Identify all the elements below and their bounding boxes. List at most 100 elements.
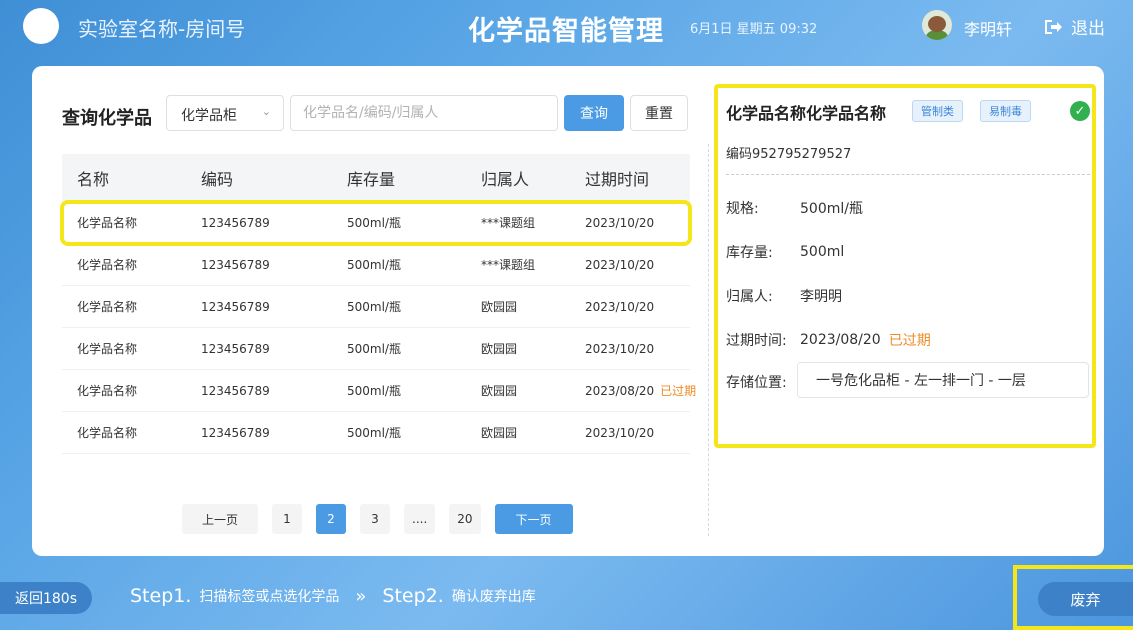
cell-code: 123456789	[201, 425, 270, 440]
pagination: 上一页 1 2 3 .... 20 下一页	[182, 504, 573, 534]
step2-title: Step2.	[382, 585, 444, 607]
step-separator: »	[355, 585, 367, 607]
query-button[interactable]: 查询	[564, 95, 624, 131]
expire-date: 2023/08/20	[585, 384, 655, 398]
username: 李明轩	[964, 20, 1013, 39]
search-input[interactable]	[290, 95, 558, 131]
detail-title: 化学品名称化学品名称	[726, 104, 887, 123]
datetime: 6月1日 星期五 09:32	[690, 22, 818, 37]
cell-stock: 500ml/瓶	[347, 300, 401, 314]
cell-expire: 2023/10/20	[570, 300, 690, 314]
cell-owner: 欧园园	[481, 300, 518, 314]
reset-button[interactable]: 重置	[630, 95, 688, 131]
next-page-button[interactable]: 下一页	[494, 504, 573, 534]
cell-code: 123456789	[201, 257, 270, 272]
step1-title: Step1.	[130, 585, 192, 607]
column-header: 库存量	[347, 170, 396, 189]
cell-stock: 500ml/瓶	[347, 258, 401, 272]
cell-name: 化学品名称	[77, 342, 138, 356]
logout-label: 退出	[1071, 19, 1105, 39]
cell-name: 化学品名称	[77, 258, 138, 272]
expire-date: 2023/10/20	[585, 341, 655, 356]
logo-icon	[23, 8, 59, 44]
expire-label: 过期时间:	[726, 333, 787, 349]
header: 实验室名称-房间号 化学品智能管理 6月1日 星期五 09:32 李明轩 退出	[0, 0, 1133, 58]
avatar[interactable]	[922, 10, 952, 40]
stock-label: 库存量:	[726, 245, 773, 261]
table-row[interactable]: 化学品名称 123456789 500ml/瓶 ***课题组 2023/10/2…	[62, 244, 690, 286]
table-row[interactable]: 化学品名称 123456789 500ml/瓶 欧园园 2023/08/20 已过…	[62, 370, 696, 412]
owner-label: 归属人:	[726, 289, 773, 305]
cabinet-select[interactable]: 化学品柜 ⌄	[166, 95, 284, 131]
expired-tag: 已过期	[888, 333, 931, 349]
cell-owner: 欧园园	[481, 342, 518, 356]
expire-date: 2023/10/20	[585, 299, 655, 314]
expire-date: 2023/10/20	[585, 425, 655, 440]
cell-code: 123456789	[201, 383, 270, 398]
expire-value: 2023/08/20	[800, 332, 881, 348]
stock-value: 500ml	[800, 244, 845, 260]
prev-page-button[interactable]: 上一页	[182, 504, 258, 534]
cabinet-select-value: 化学品柜	[181, 108, 237, 124]
spec-label: 规格:	[726, 201, 759, 217]
detail-card: 化学品名称化学品名称 管制类 易制毒 ✓ 编码952795279527 规格: …	[714, 84, 1096, 448]
detail-owner: 归属人: 李明明	[726, 286, 842, 306]
lab-name: 实验室名称-房间号	[78, 17, 246, 41]
chevron-down-icon: ⌄	[261, 105, 271, 118]
owner-value: 李明明	[800, 289, 842, 305]
cell-expire: 2023/10/20	[570, 258, 690, 272]
cell-stock: 500ml/瓶	[347, 216, 401, 230]
main-panel: 查询化学品 化学品柜 ⌄ 查询 重置 名称 编码 库存量 归属人 过期时间 化学…	[32, 66, 1104, 556]
detail-code: 编码952795279527	[726, 147, 852, 162]
app-title: 化学品智能管理	[468, 16, 664, 47]
table-row[interactable]: 化学品名称 123456789 500ml/瓶 欧园园 2023/10/20	[62, 286, 690, 328]
column-header: 名称	[77, 170, 110, 189]
cell-expire: 2023/10/20	[570, 216, 690, 230]
cell-owner: 欧园园	[481, 426, 518, 440]
divider	[726, 174, 1090, 175]
detail-stock: 库存量: 500ml	[726, 242, 844, 262]
location-value: 一号危化品柜 - 左一排一门 - 一层	[797, 362, 1089, 398]
step-guide: Step1. 扫描标签或点选化学品 » Step2. 确认废弃出库	[130, 585, 536, 607]
table-row[interactable]: 化学品名称 123456789 500ml/瓶 欧园园 2023/10/20	[62, 412, 690, 454]
location-label: 存储位置:	[726, 375, 787, 391]
spec-value: 500ml/瓶	[800, 201, 863, 217]
cell-owner: ***课题组	[481, 216, 536, 230]
expire-date: 2023/10/20	[585, 257, 655, 272]
cell-stock: 500ml/瓶	[347, 342, 401, 356]
cell-owner: 欧园园	[481, 384, 518, 398]
step2-text: 确认废弃出库	[451, 589, 536, 605]
cell-code: 123456789	[201, 299, 270, 314]
divider	[708, 144, 709, 536]
cell-name: 化学品名称	[77, 216, 138, 230]
expire-date: 2023/10/20	[585, 215, 655, 230]
column-header: 过期时间	[585, 170, 650, 189]
cell-code: 123456789	[201, 215, 270, 230]
discard-button[interactable]: 废弃	[1038, 582, 1133, 616]
cell-expire: 2023/10/20	[570, 342, 690, 356]
page-ellipsis[interactable]: ....	[404, 504, 436, 534]
table-row[interactable]: 化学品名称 123456789 500ml/瓶 欧园园 2023/10/20	[62, 328, 690, 370]
table-row[interactable]: 化学品名称 123456789 500ml/瓶 ***课题组 2023/10/2…	[60, 200, 692, 246]
cell-name: 化学品名称	[77, 426, 138, 440]
back-button[interactable]: 返回180s	[0, 582, 92, 614]
column-header: 归属人	[481, 170, 530, 189]
table-header: 名称 编码 库存量 归属人 过期时间	[62, 154, 690, 202]
cell-stock: 500ml/瓶	[347, 426, 401, 440]
page-button[interactable]: 20	[449, 504, 481, 534]
cell-owner: ***课题组	[481, 258, 536, 272]
logout-button[interactable]: 退出	[1043, 14, 1105, 39]
detail-location: 存储位置:	[726, 372, 800, 392]
cell-stock: 500ml/瓶	[347, 384, 401, 398]
cell-expire: 2023/10/20	[570, 426, 690, 440]
page-button[interactable]: 3	[360, 504, 390, 534]
cell-code: 123456789	[201, 341, 270, 356]
expired-tag: 已过期	[660, 384, 697, 398]
chemical-table: 名称 编码 库存量 归属人 过期时间 化学品名称 123456789 500ml…	[60, 154, 696, 454]
detail-expire: 过期时间: 2023/08/20 已过期	[726, 330, 931, 350]
page-button[interactable]: 1	[272, 504, 302, 534]
page-button-current[interactable]: 2	[316, 504, 346, 534]
column-header: 编码	[201, 170, 234, 189]
cell-name: 化学品名称	[77, 300, 138, 314]
cell-expire: 2023/08/20 已过期	[570, 382, 696, 399]
